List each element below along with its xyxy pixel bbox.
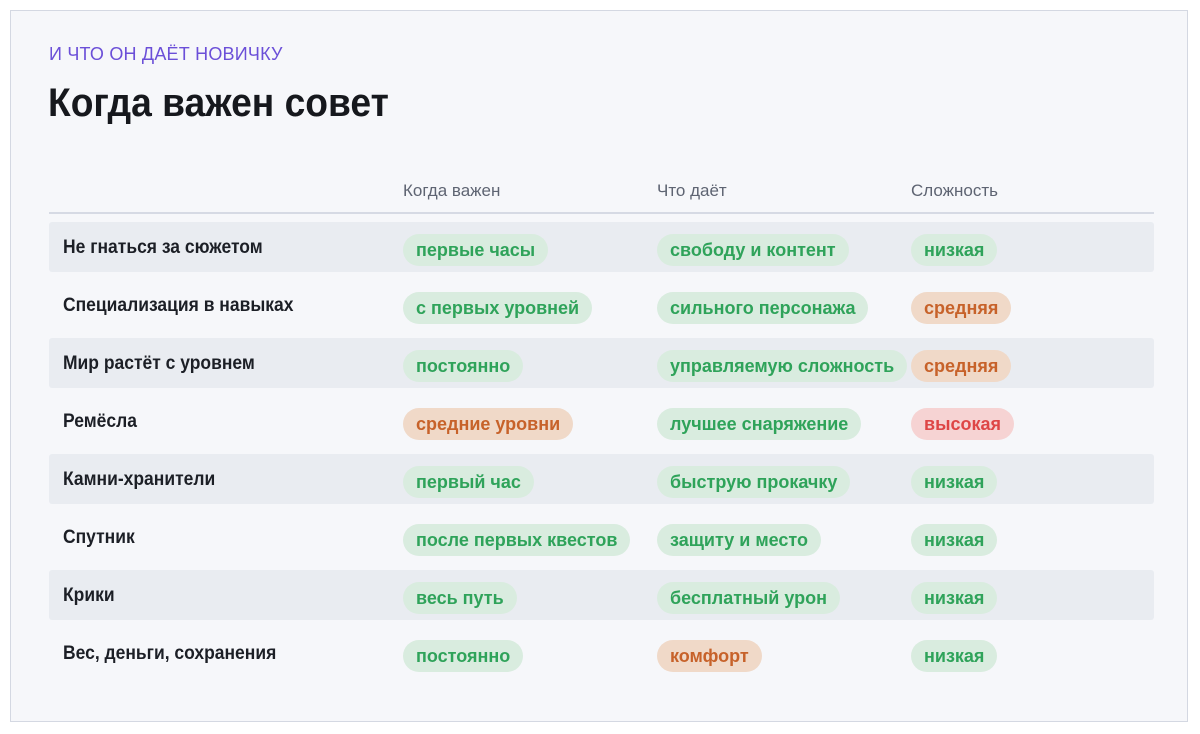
gives-tag: сильного персонажа <box>657 292 869 324</box>
difficulty-badge: средняя <box>911 292 1012 324</box>
gives-tag: быструю прокачку <box>657 466 851 498</box>
section-eyebrow: И ЧТО ОН ДАЁТ НОВИЧКУ <box>49 44 283 64</box>
column-header-when: Когда важен <box>403 181 501 200</box>
table-row: Камни-хранители первый час быструю прока… <box>49 454 1154 504</box>
difficulty-badge: низкая <box>911 466 998 498</box>
difficulty-badge: высокая <box>911 408 1014 440</box>
difficulty-badge: низкая <box>911 640 998 672</box>
difficulty-badge: средняя <box>911 350 1012 382</box>
row-name: Спутник <box>63 527 135 548</box>
gives-tag: бесплатный урон <box>657 582 840 614</box>
when-tag: первые часы <box>403 234 549 266</box>
table-row: Мир растёт с уровнем постоянно управляем… <box>49 338 1154 388</box>
difficulty-badge: низкая <box>911 582 998 614</box>
when-tag: первый час <box>403 466 534 498</box>
when-tag: постоянно <box>403 350 524 382</box>
table-row: Не гнаться за сюжетом первые часы свобод… <box>49 222 1154 272</box>
difficulty-badge: низкая <box>911 524 998 556</box>
column-header-difficulty: Сложность <box>911 181 999 200</box>
page-title: Когда важен совет <box>48 81 389 125</box>
when-tag: средние уровни <box>403 408 574 440</box>
column-header-gives: Что даёт <box>657 181 727 200</box>
table-row: Специализация в навыках с первых уровней… <box>49 280 1154 330</box>
row-name: Не гнаться за сюжетом <box>63 237 263 258</box>
when-tag: постоянно <box>403 640 524 672</box>
row-name: Вес, деньги, сохранения <box>63 643 277 664</box>
table-row: Ремёсла средние уровни лучшее снаряжение… <box>49 396 1154 446</box>
row-name: Специализация в навыках <box>63 295 294 316</box>
table-row: Вес, деньги, сохранения постоянно комфор… <box>49 628 1154 678</box>
gives-tag: свободу и контент <box>657 234 849 266</box>
row-name: Камни-хранители <box>63 469 216 490</box>
table-row: Крики весь путь бесплатный урон низкая <box>49 570 1154 620</box>
gives-tag: лучшее снаряжение <box>657 408 862 440</box>
gives-tag: защиту и место <box>657 524 821 556</box>
gives-tag: управляемую сложность <box>657 350 908 382</box>
row-name: Мир растёт с уровнем <box>63 353 255 374</box>
content-card: И ЧТО ОН ДАЁТ НОВИЧКУ Когда важен совет … <box>10 10 1188 722</box>
advice-table: Когда важен Что даёт Сложность Не гнатьс… <box>49 174 1154 686</box>
difficulty-badge: низкая <box>911 234 998 266</box>
when-tag: с первых уровней <box>403 292 593 324</box>
table-header: Когда важен Что даёт Сложность <box>49 174 1154 214</box>
when-tag: после первых квестов <box>403 524 631 556</box>
table-row: Спутник после первых квестов защиту и ме… <box>49 512 1154 562</box>
when-tag: весь путь <box>403 582 517 614</box>
gives-tag: комфорт <box>657 640 762 672</box>
table-body: Не гнаться за сюжетом первые часы свобод… <box>49 214 1154 678</box>
row-name: Крики <box>63 585 115 606</box>
row-name: Ремёсла <box>63 411 137 432</box>
